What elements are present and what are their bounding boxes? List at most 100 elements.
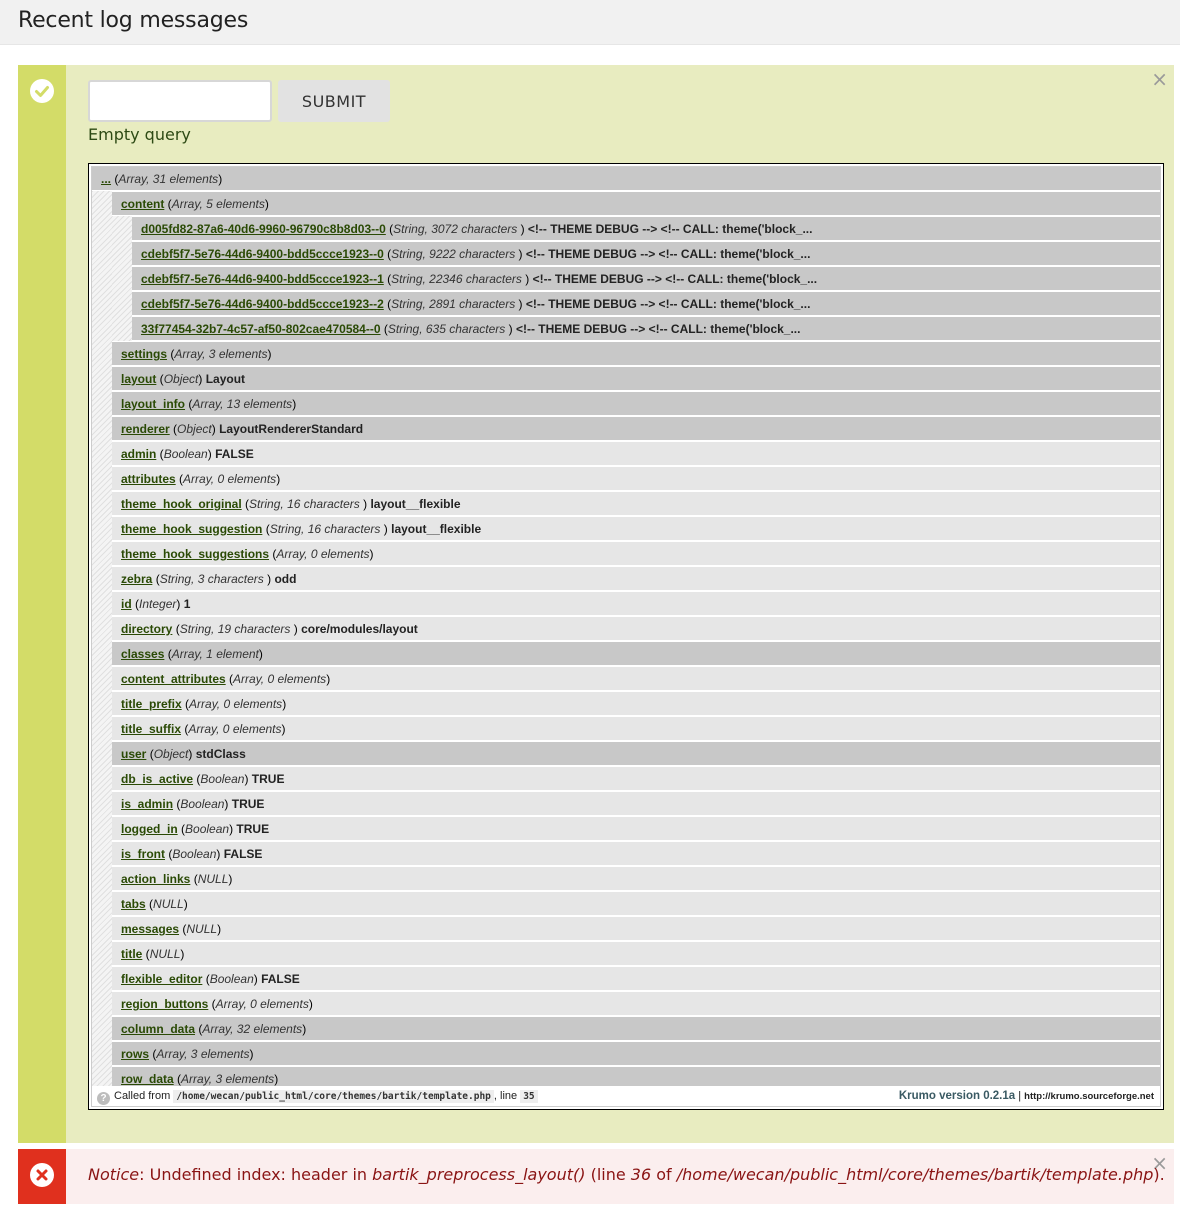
krumo-key[interactable]: title_suffix [121,722,181,736]
krumo-key[interactable]: is_front [121,847,165,861]
krumo-type: Boolean [180,797,225,811]
krumo-key[interactable]: content_attributes [121,672,226,686]
krumo-type: NULL [149,947,181,961]
krumo-key[interactable]: settings [121,347,167,361]
krumo-type: Array, 0 elements [188,722,282,736]
krumo-type: Array, 0 elements [276,547,370,561]
krumo-key[interactable]: 33f77454-32b7-4c57-af50-802cae470584--0 [141,322,381,336]
krumo-key[interactable]: cdebf5f7-5e76-44d6-9400-bdd5ccce1923--2 [141,297,384,311]
krumo-type: Array, 1 element [171,647,259,661]
krumo-value: <!-- THEME DEBUG --> <!-- CALL: theme('b… [515,322,801,336]
krumo-value: FALSE [215,447,254,461]
krumo-key[interactable]: title [121,947,142,961]
krumo-key[interactable]: region_buttons [121,997,208,1011]
krumo-row: title_prefix (Array, 0 elements) [112,692,1160,716]
krumo-key[interactable]: db_is_active [121,772,193,786]
close-status-icon[interactable]: × [1151,69,1168,89]
krumo-row[interactable]: column_data (Array, 32 elements) [112,1017,1160,1041]
krumo-key[interactable]: row_data [121,1072,174,1086]
krumo-key[interactable]: directory [121,622,172,636]
krumo-row[interactable]: content (Array, 5 elements) [112,192,1160,216]
submit-button[interactable]: SUBMIT [278,80,390,122]
error-text-4: ). [1153,1165,1165,1184]
krumo-value: layout__flexible [391,522,482,536]
krumo-key[interactable]: theme_hook_original [121,497,242,511]
krumo-key[interactable]: id [121,597,132,611]
indent-hatch-nested [112,216,132,341]
help-icon[interactable]: ? [97,1092,110,1105]
krumo-key[interactable]: messages [121,922,179,936]
krumo-type: NULL [186,922,218,936]
query-input[interactable] [88,80,272,122]
page-title: Recent log messages [18,8,249,33]
krumo-row[interactable]: ... (Array, 31 elements) [92,167,1160,191]
krumo-key[interactable]: admin [121,447,156,461]
krumo-key[interactable]: content [121,197,164,211]
krumo-row[interactable]: rows (Array, 3 elements) [112,1042,1160,1066]
krumo-row: directory (String, 19 characters ) core/… [112,617,1160,641]
krumo-type: Array, 5 elements [171,197,265,211]
krumo-key[interactable]: tabs [121,897,146,911]
krumo-type: Boolean [185,822,230,836]
error-stripe [18,1149,66,1204]
krumo-type: String, 3 characters [159,572,268,586]
krumo-row: is_admin (Boolean) TRUE [112,792,1160,816]
krumo-key[interactable]: action_links [121,872,190,886]
krumo-row[interactable]: 33f77454-32b7-4c57-af50-802cae470584--0 … [132,317,1160,341]
krumo-type: NULL [197,872,229,886]
krumo-key[interactable]: renderer [121,422,170,436]
krumo-key[interactable]: cdebf5f7-5e76-44d6-9400-bdd5ccce1923--0 [141,247,384,261]
krumo-key[interactable]: zebra [121,572,152,586]
error-line: 36 [630,1165,652,1184]
krumo-value: TRUE [231,797,265,811]
error-text: Notice: Undefined index: header in barti… [88,1165,1165,1184]
krumo-row[interactable]: classes (Array, 1 element) [112,642,1160,666]
krumo-key[interactable]: layout [121,372,156,386]
krumo-row[interactable]: cdebf5f7-5e76-44d6-9400-bdd5ccce1923--2 … [132,292,1160,316]
error-text-3: of [651,1165,677,1184]
krumo-key[interactable]: column_data [121,1022,195,1036]
krumo-key[interactable]: cdebf5f7-5e76-44d6-9400-bdd5ccce1923--1 [141,272,384,286]
krumo-key[interactable]: layout_info [121,397,185,411]
krumo-row[interactable]: layout (Object) Layout [112,367,1160,391]
krumo-row[interactable]: d005fd82-87a6-40d6-9960-96790c8b8d03--0 … [132,217,1160,241]
krumo-key[interactable]: flexible_editor [121,972,202,986]
krumo-type: Boolean [172,847,217,861]
krumo-row[interactable]: renderer (Object) LayoutRendererStandard [112,417,1160,441]
krumo-row[interactable]: layout_info (Array, 13 elements) [112,392,1160,416]
krumo-key[interactable]: theme_hook_suggestions [121,547,269,561]
krumo-row: logged_in (Boolean) TRUE [112,817,1160,841]
version-separator: | [1018,1090,1022,1102]
krumo-type: Object [153,747,189,761]
krumo-value: FALSE [261,972,300,986]
krumo-value: core/modules/layout [301,622,418,636]
krumo-row: zebra (String, 3 characters ) odd [112,567,1160,591]
called-from-label: Called from [114,1090,171,1102]
krumo-row[interactable]: cdebf5f7-5e76-44d6-9400-bdd5ccce1923--0 … [132,242,1160,266]
error-text-1: : Undefined index: header in [139,1165,373,1184]
krumo-key[interactable]: d005fd82-87a6-40d6-9960-96790c8b8d03--0 [141,222,386,236]
krumo-key[interactable]: ... [101,172,111,186]
krumo-row: theme_hook_suggestions (Array, 0 element… [112,542,1160,566]
krumo-row: action_links (NULL) [112,867,1160,891]
krumo-value: 1 [183,597,191,611]
krumo-type: Array, 13 elements [192,397,293,411]
krumo-key[interactable]: user [121,747,146,761]
krumo-type: Boolean [209,972,254,986]
krumo-value: FALSE [223,847,263,861]
krumo-key[interactable]: title_prefix [121,697,182,711]
krumo-link[interactable]: http://krumo.sourceforge.net [1024,1091,1154,1102]
krumo-row: id (Integer) 1 [112,592,1160,616]
krumo-key[interactable]: logged_in [121,822,178,836]
krumo-key[interactable]: classes [121,647,164,661]
version-label: Krumo version 0.2.1a [898,1090,1016,1102]
krumo-type: Array, 31 elements [118,172,219,186]
krumo-row[interactable]: settings (Array, 3 elements) [112,342,1160,366]
krumo-type: Array, 0 elements [233,672,327,686]
krumo-row[interactable]: user (Object) stdClass [112,742,1160,766]
krumo-key[interactable]: rows [121,1047,149,1061]
krumo-key[interactable]: attributes [121,472,176,486]
krumo-row[interactable]: cdebf5f7-5e76-44d6-9400-bdd5ccce1923--1 … [132,267,1160,291]
krumo-key[interactable]: theme_hook_suggestion [121,522,262,536]
krumo-key[interactable]: is_admin [121,797,173,811]
